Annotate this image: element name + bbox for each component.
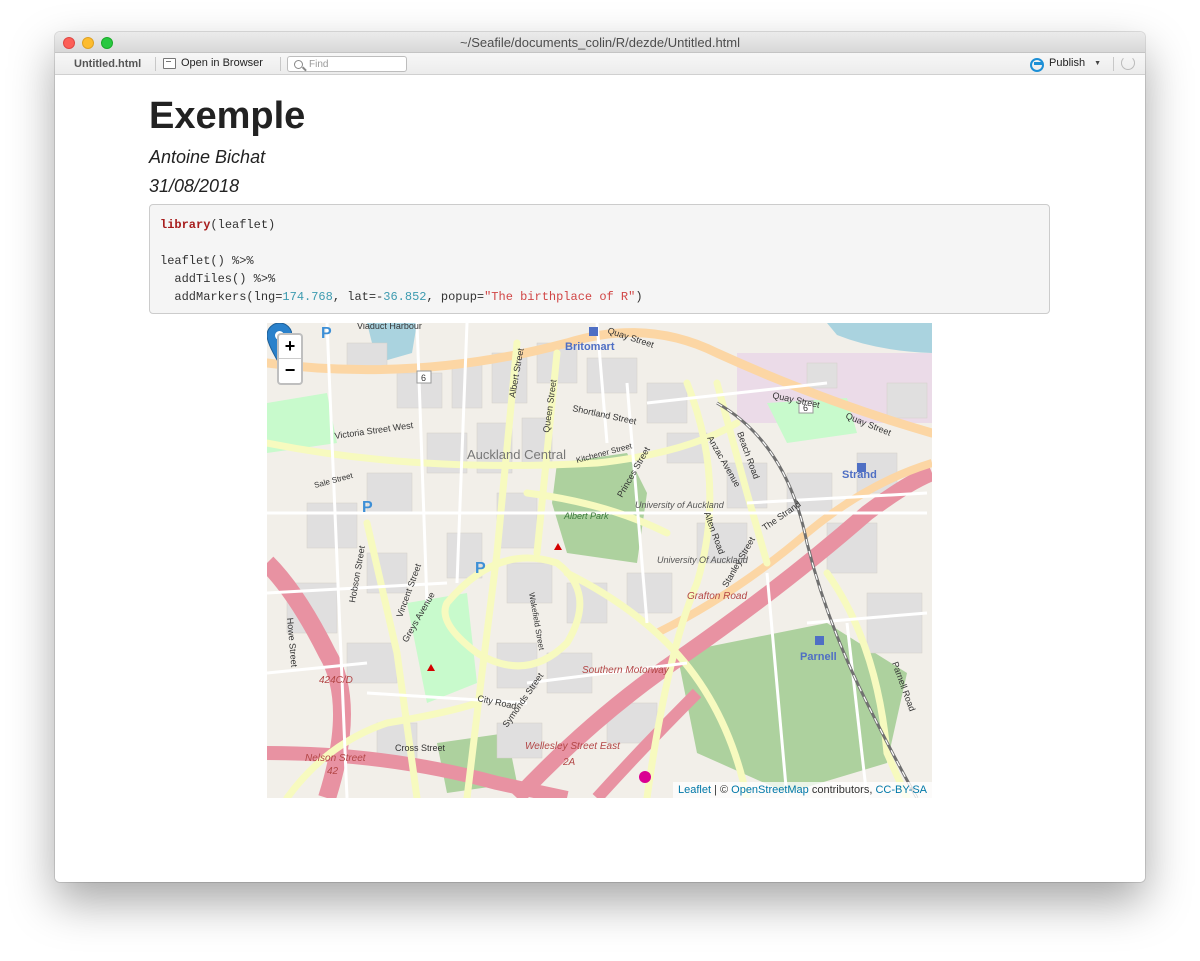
parking-icon: P: [362, 499, 373, 516]
viewer-toolbar: Untitled.html Open in Browser Publish ▼: [55, 53, 1145, 75]
date: 31/08/2018: [149, 176, 240, 196]
code-line: addTiles() %>%: [160, 272, 276, 286]
leaflet-link[interactable]: Leaflet: [678, 784, 711, 796]
code-block: library(leaflet) leaflet() %>% addTiles(…: [149, 204, 1050, 314]
zoom-out-button[interactable]: −: [279, 359, 301, 383]
search-icon: [294, 59, 303, 69]
document-content: Exemple Antoine Bichat 31/08/2018 librar…: [55, 76, 1145, 882]
code-text: addMarkers(lng=: [160, 290, 283, 304]
code-keyword: library: [160, 218, 211, 232]
street-label: Queen Street: [541, 378, 558, 433]
street-label: Hobson Street: [347, 544, 367, 603]
author: Antoine Bichat: [149, 147, 266, 167]
code-number: 174.768: [282, 290, 333, 304]
place-label: Albert Park: [563, 511, 609, 521]
code-text: , popup=: [426, 290, 485, 304]
open-in-browser-label: Open in Browser: [181, 57, 263, 69]
street-label: Grafton Road: [687, 591, 747, 602]
find-box: [287, 56, 407, 72]
publish-label: Publish: [1049, 57, 1086, 69]
zoom-in-button[interactable]: +: [279, 335, 301, 359]
route-label: 42: [327, 766, 339, 777]
street-label: Southern Motorway: [582, 665, 670, 676]
refresh-icon[interactable]: [1121, 56, 1135, 70]
harbour-water: [827, 323, 932, 353]
place-label: University of Auckland: [635, 500, 725, 510]
street-label: City Road: [477, 693, 518, 711]
open-window-icon: [163, 57, 176, 69]
attribution-text: contributors,: [808, 784, 876, 796]
map-attribution: Leaflet | © OpenStreetMap contributors, …: [672, 782, 932, 798]
map-tiles[interactable]: P P P 6 6 Viaduct Harbour Britomart Quay…: [267, 323, 932, 798]
publish-button[interactable]: Publish ▼: [1030, 57, 1101, 72]
place-label: Britomart: [565, 341, 615, 353]
attribution-separator: | ©: [711, 784, 732, 796]
place-label: Strand: [842, 469, 877, 481]
leaflet-map[interactable]: P P P 6 6 Viaduct Harbour Britomart Quay…: [267, 323, 932, 798]
file-tab[interactable]: Untitled.html: [74, 58, 141, 70]
code-string: "The birthplace of R": [484, 290, 636, 304]
route-number: 6: [421, 373, 426, 383]
place-label: Parnell: [800, 651, 837, 663]
code-line: leaflet() %>%: [160, 254, 254, 268]
route-label: 424C/D: [319, 675, 353, 686]
code-text: ): [635, 290, 643, 304]
toolbar-divider: [280, 57, 281, 71]
street-label: Nelson Street: [305, 753, 367, 764]
route-label: 2A: [562, 757, 576, 768]
code-number: 36.852: [383, 290, 427, 304]
license-link[interactable]: CC-BY-SA: [875, 784, 927, 796]
parking-icon: P: [321, 325, 332, 342]
open-in-browser-button[interactable]: Open in Browser: [163, 57, 263, 69]
station-icon: [589, 327, 598, 336]
street-label: Cross Street: [395, 743, 446, 753]
publish-icon: [1030, 57, 1044, 72]
code-text: , lat=-: [332, 290, 384, 304]
page-title: Exemple: [149, 95, 306, 137]
hospital-icon: [639, 771, 651, 783]
find-input[interactable]: [309, 58, 399, 70]
chevron-down-icon[interactable]: ▼: [1094, 60, 1101, 67]
street-label: Wellesley Street East: [525, 741, 621, 752]
code-text: (leaflet): [210, 218, 276, 232]
parking-icon: P: [475, 560, 486, 577]
toolbar-divider: [155, 57, 156, 71]
browser-window: ~/Seafile/documents_colin/R/dezde/Untitl…: [55, 32, 1145, 882]
place-label: Auckland Central: [467, 447, 566, 462]
station-icon: [815, 636, 824, 645]
window-title: ~/Seafile/documents_colin/R/dezde/Untitl…: [459, 35, 740, 50]
openstreetmap-link[interactable]: OpenStreetMap: [731, 784, 809, 796]
place-label: Viaduct Harbour: [357, 323, 422, 331]
toolbar-divider: [1113, 57, 1114, 71]
zoom-control: + −: [277, 333, 303, 385]
title-bar: ~/Seafile/documents_colin/R/dezde/Untitl…: [55, 32, 1145, 53]
landmark-icon: [554, 543, 562, 550]
street-label: Victoria Street West: [334, 420, 414, 441]
